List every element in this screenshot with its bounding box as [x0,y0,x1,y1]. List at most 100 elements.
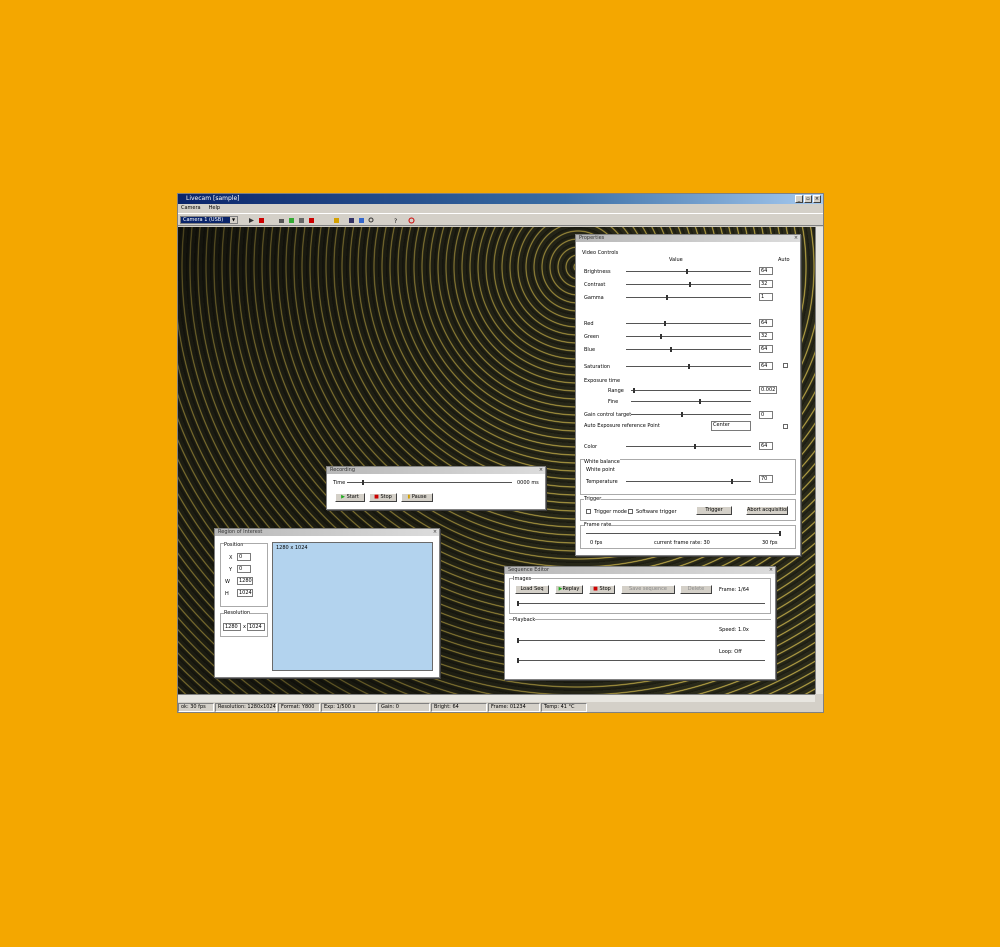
temperature-slider[interactable] [626,479,751,484]
close-icon[interactable]: × [432,529,438,535]
green-label: Green [584,334,600,340]
saturation-auto-checkbox[interactable] [783,363,788,368]
gamma-slider[interactable] [626,295,751,300]
brightness-field[interactable]: 64 [759,267,773,275]
green-field[interactable]: 32 [759,332,773,340]
blue-field[interactable]: 64 [759,345,773,353]
contrast-slider[interactable] [626,282,751,287]
h-field[interactable]: 1024 [237,589,253,597]
play-icon[interactable] [248,217,255,224]
exposure-field[interactable]: 0.002 [759,386,777,394]
exit-icon[interactable] [408,217,415,224]
brightness-label: Brightness [584,269,611,275]
close-icon[interactable]: × [538,467,544,473]
color-slider[interactable] [626,444,751,449]
speed-slider[interactable] [517,638,765,643]
minimize-button[interactable]: _ [795,195,803,203]
red-field[interactable]: 64 [759,319,773,327]
start-button[interactable]: ▶ Start [335,493,365,502]
resolution-height-field[interactable]: 1024 [247,623,265,631]
sequence-panel: Sequence Editor × Images Load Seq ▶Replay… [504,566,776,680]
frame-rate-slider[interactable] [586,531,781,536]
gain-target-label: Gain control target [584,412,632,418]
abort-acquisition-button[interactable]: Abort acquisition [746,506,788,515]
video-controls-section: Video Controls [582,250,619,256]
status-frame: Frame: 01234 [488,703,540,712]
window-title: Livecam [sample] [186,195,240,202]
frame-slider[interactable] [517,601,765,606]
camera-icon[interactable] [278,217,285,224]
zoom-in-icon[interactable] [348,217,355,224]
time-value: 0000 ms [517,480,539,486]
close-icon[interactable]: × [768,567,774,573]
gain-target-slider[interactable] [631,412,751,417]
trigger-button[interactable]: Trigger [696,506,732,515]
help-icon[interactable]: ? [393,217,400,224]
roi-panel: Region of Interest × Position X 0 Y 0 W 1… [214,528,440,678]
magnifier-icon[interactable] [368,217,375,224]
w-field[interactable]: 1280 [237,577,253,585]
snapshot-icon[interactable] [288,217,295,224]
menu-camera[interactable]: Camera [181,204,201,212]
record-stop-icon[interactable] [308,217,315,224]
vertical-scrollbar[interactable] [815,227,823,694]
trigger-mode-checkbox[interactable] [586,509,591,514]
resolution-width-field[interactable]: 1280 [223,623,241,631]
replay-button[interactable]: ▶Replay [555,585,583,594]
horizontal-scrollbar[interactable] [178,694,815,702]
menu-bar: Camera Help [178,204,823,212]
color-field[interactable]: 64 [759,442,773,450]
gamma-label: Gamma [584,295,604,301]
maximize-button[interactable]: ▫ [804,195,812,203]
resolution-title: Resolution [224,610,251,616]
x-label: X [229,555,233,561]
fine-slider[interactable] [631,399,751,404]
blue-label: Blue [584,347,596,353]
software-trigger-checkbox[interactable] [628,509,633,514]
roi-preview[interactable]: 1280 x 1024 [272,542,433,671]
stop-icon[interactable] [258,217,265,224]
stop-button[interactable]: ■ Stop [369,493,397,502]
svg-text:?: ? [394,218,397,224]
properties-icon[interactable] [333,217,340,224]
chevron-down-icon: ▼ [230,217,237,223]
seq-stop-button[interactable]: ■ Stop [589,585,615,594]
pause-button[interactable]: ▮ Pause [401,493,433,502]
red-slider[interactable] [626,321,751,326]
recording-title: Recording × [327,467,545,474]
auto-reference-select[interactable]: Center [711,421,751,431]
saturation-label: Saturation [584,364,611,370]
gain-target-field[interactable]: 0 [759,411,773,419]
y-label: Y [229,567,233,573]
saturation-slider[interactable] [626,364,751,369]
menu-help[interactable]: Help [209,204,220,212]
brightness-slider[interactable] [626,269,751,274]
blue-slider[interactable] [626,347,751,352]
record-icon[interactable] [298,217,305,224]
range-slider[interactable] [631,388,751,393]
delete-button[interactable]: Delete [680,585,712,594]
zoom-out-icon[interactable] [358,217,365,224]
fine-label: Fine [608,399,619,405]
camera-select[interactable]: Camera 1 (USB) ▼ [180,216,238,224]
green-slider[interactable] [626,334,751,339]
auto-reference-label: Auto Exposure reference Point [584,423,660,429]
save-sequence-button[interactable]: Save sequence [621,585,675,594]
temperature-field[interactable]: 70 [759,475,773,483]
loop-slider[interactable] [517,658,765,663]
close-button[interactable]: × [813,195,821,203]
gamma-field[interactable]: 1 [759,293,773,301]
auto-reference-checkbox[interactable] [783,424,788,429]
contrast-field[interactable]: 32 [759,280,773,288]
loop-value: Loop: Off [719,649,742,655]
y-field[interactable]: 0 [237,565,251,573]
time-slider[interactable] [347,480,512,485]
close-icon[interactable]: × [793,235,799,241]
resolution-separator: x [243,624,246,630]
time-label: Time [333,480,346,486]
saturation-field[interactable]: 64 [759,362,773,370]
temperature-label: Temperature [586,479,618,485]
recording-panel: Recording × Time 0000 ms ▶ Start ■ Stop ▮… [326,466,546,510]
load-sequence-button[interactable]: Load Seq [515,585,549,594]
x-field[interactable]: 0 [237,553,251,561]
